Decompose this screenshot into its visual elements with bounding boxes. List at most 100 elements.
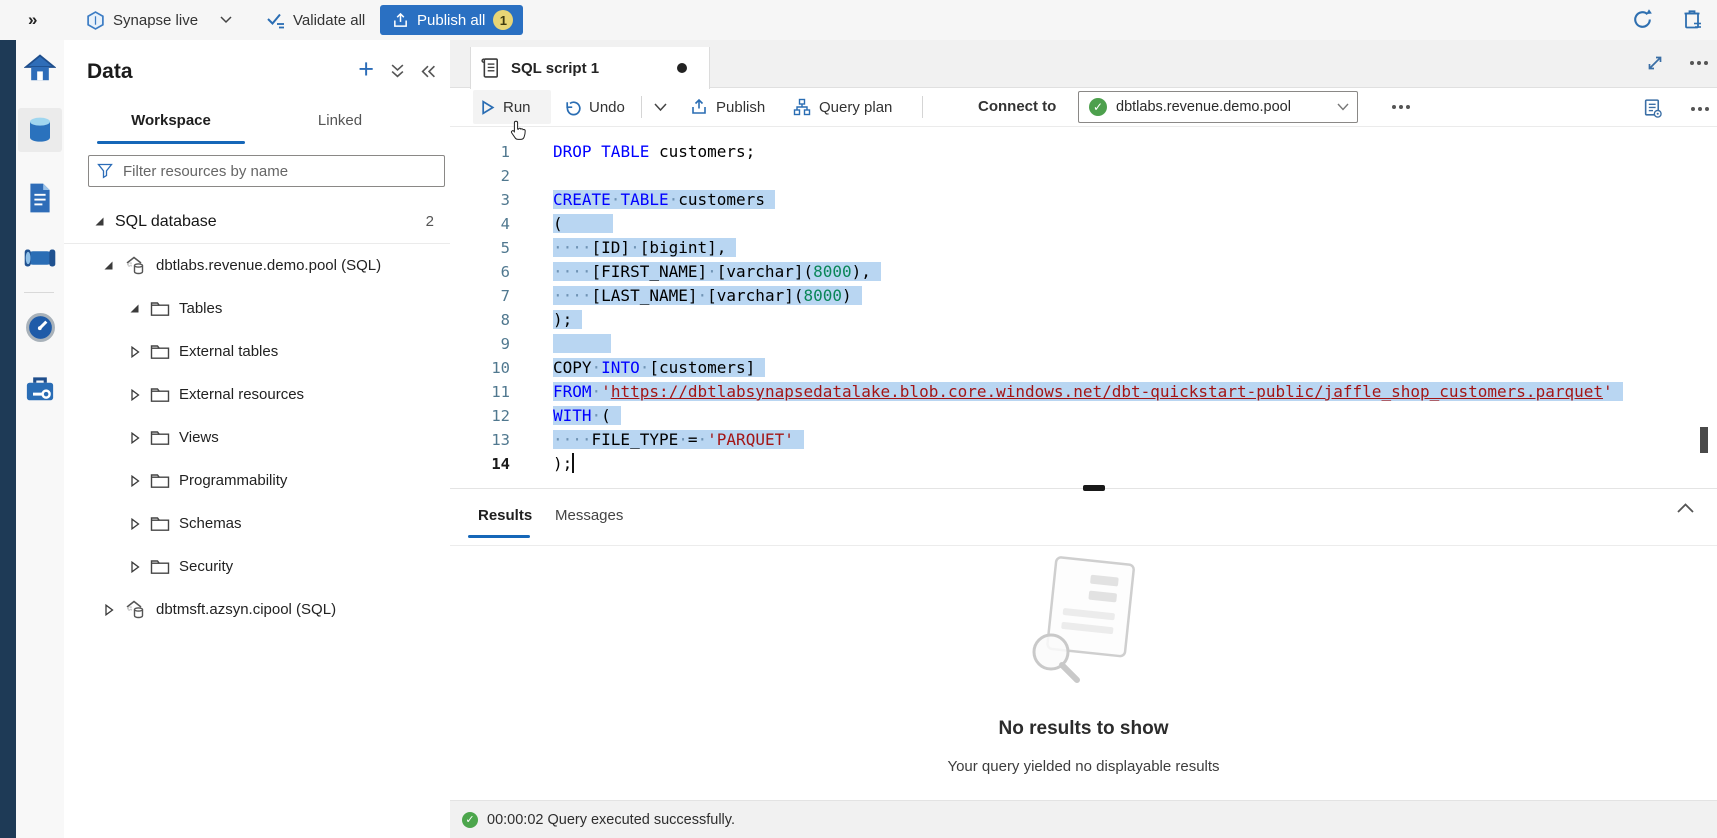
caret-collapsed-icon[interactable] xyxy=(128,475,141,487)
tree-item-external-resources[interactable]: External resources xyxy=(64,373,450,416)
pool-selector-dropdown[interactable]: ✓ dbtlabs.revenue.demo.pool xyxy=(1078,91,1358,123)
sql-code-editor[interactable]: 1DROP TABLE customers;23CREATE·TABLE·cus… xyxy=(450,127,1717,488)
code-line-12[interactable]: 12WITH·( xyxy=(450,404,1717,428)
mode-selector[interactable]: Synapse live xyxy=(86,0,232,40)
code-line-10[interactable]: 10 COPY·INTO·[customers] xyxy=(450,356,1717,380)
tab-linked[interactable]: Linked xyxy=(285,103,395,137)
success-check-icon: ✓ xyxy=(462,812,478,828)
caret-expanded-icon[interactable] xyxy=(128,303,141,314)
tree-item-programmability[interactable]: Programmability xyxy=(64,459,450,502)
active-tab-underline xyxy=(97,141,245,144)
unsaved-changes-dot xyxy=(677,63,687,73)
code-line-14[interactable]: 14); xyxy=(450,452,1717,476)
collapse-results-icon[interactable] xyxy=(1676,502,1695,514)
editor-scrollbar-thumb[interactable] xyxy=(1700,427,1708,453)
tree-item-dbtlabs-revenue-demo-pool-sql[interactable]: dbtlabs.revenue.demo.pool (SQL) xyxy=(64,244,450,287)
tree-item-schemas[interactable]: Schemas xyxy=(64,502,450,545)
caret-collapsed-icon[interactable] xyxy=(102,604,115,616)
code-text: COPY·INTO·[customers] xyxy=(553,356,765,380)
code-text: DROP TABLE customers; xyxy=(553,140,755,164)
expand-topnav-icon[interactable]: » xyxy=(28,0,35,40)
publish-label: Publish xyxy=(716,99,765,116)
splitter-drag-handle[interactable] xyxy=(1083,485,1105,491)
tab-more-options-icon[interactable] xyxy=(1690,61,1694,65)
tab-sql-script-1[interactable]: SQL script 1 xyxy=(470,47,710,89)
tab-workspace[interactable]: Workspace xyxy=(97,103,245,137)
line-number: 14 xyxy=(450,452,510,476)
editor-more-icon[interactable] xyxy=(1691,107,1695,111)
code-line-9[interactable]: 9 xyxy=(450,332,1717,356)
refresh-icon[interactable] xyxy=(1630,7,1655,32)
folder-icon xyxy=(150,515,170,532)
run-options-dropdown[interactable] xyxy=(646,90,675,124)
tab-results[interactable]: Results xyxy=(468,498,542,532)
tree-item-views[interactable]: Views xyxy=(64,416,450,459)
tree-item-security[interactable]: Security xyxy=(64,545,450,588)
sql-pool-icon xyxy=(124,254,147,277)
line-number: 12 xyxy=(450,404,510,428)
tree-item-external-tables[interactable]: External tables xyxy=(64,330,450,373)
no-results-illustration xyxy=(1003,552,1163,707)
caret-collapsed-icon[interactable] xyxy=(128,432,141,444)
caret-collapsed-icon[interactable] xyxy=(128,389,141,401)
validate-icon xyxy=(266,11,285,29)
code-lines: 1DROP TABLE customers;23CREATE·TABLE·cus… xyxy=(450,127,1717,476)
code-text: ····[FIRST_NAME]·[varchar](8000), xyxy=(553,260,881,284)
code-line-7[interactable]: 7····[LAST_NAME]·[varchar](8000) xyxy=(450,284,1717,308)
code-text: ····FILE_TYPE·=·'PARQUET' xyxy=(553,428,804,452)
nav-develop-icon[interactable] xyxy=(18,176,62,220)
nav-integrate-icon[interactable] xyxy=(18,236,62,280)
toolbar-more-icon[interactable] xyxy=(1392,105,1396,109)
code-line-6[interactable]: 6····[FIRST_NAME]·[varchar](8000), xyxy=(450,260,1717,284)
code-line-3[interactable]: 3CREATE·TABLE·customers xyxy=(450,188,1717,212)
publish-all-icon xyxy=(392,12,409,29)
code-text: FROM·'https://dbtlabsynapsedatalake.blob… xyxy=(553,380,1623,404)
properties-icon[interactable] xyxy=(1643,98,1663,119)
run-button[interactable]: Run xyxy=(473,90,551,124)
caret-collapsed-icon[interactable] xyxy=(128,346,141,358)
synapse-live-icon xyxy=(86,11,105,30)
code-line-2[interactable]: 2 xyxy=(450,164,1717,188)
query-plan-button[interactable]: Query plan xyxy=(785,90,900,124)
collapse-panel-icon[interactable] xyxy=(421,65,436,78)
caret-collapsed-icon[interactable] xyxy=(128,518,141,530)
connect-to-label: Connect to xyxy=(978,98,1056,115)
publish-count-badge: 1 xyxy=(493,10,513,30)
nav-manage-icon[interactable] xyxy=(18,366,62,410)
expand-editor-icon[interactable] xyxy=(1646,54,1664,72)
caret-expanded-icon[interactable] xyxy=(93,216,106,227)
folder-icon xyxy=(150,429,170,446)
code-line-13[interactable]: 13 ····FILE_TYPE·=·'PARQUET' xyxy=(450,428,1717,452)
nav-home-icon[interactable] xyxy=(18,45,62,89)
code-line-1[interactable]: 1DROP TABLE customers; xyxy=(450,140,1717,164)
validate-all-button[interactable]: Validate all xyxy=(266,0,365,40)
nav-monitor-icon[interactable] xyxy=(18,305,62,349)
tab-messages[interactable]: Messages xyxy=(545,498,633,532)
undo-button[interactable]: Undo xyxy=(556,90,633,124)
folder-icon xyxy=(150,343,170,360)
caret-expanded-icon[interactable] xyxy=(102,260,115,271)
code-text: ); xyxy=(553,308,582,332)
line-number: 10 xyxy=(450,356,510,380)
caret-collapsed-icon[interactable] xyxy=(128,561,141,573)
tree-item-dbtmsft-azsyn-cipool-sql[interactable]: dbtmsft.azsyn.cipool (SQL) xyxy=(64,588,450,631)
add-resource-icon[interactable]: + xyxy=(358,60,374,78)
query-status-bar: ✓ 00:00:02 Query executed successfully. xyxy=(450,800,1717,838)
status-message: 00:00:02 Query executed successfully. xyxy=(487,812,735,828)
tree-item-tables[interactable]: Tables xyxy=(64,287,450,330)
collapse-all-icon[interactable] xyxy=(391,64,404,78)
nav-data-icon[interactable] xyxy=(18,108,62,152)
code-text xyxy=(553,332,611,356)
code-line-8[interactable]: 8); xyxy=(450,308,1717,332)
run-play-icon xyxy=(481,100,495,115)
code-line-4[interactable]: 4( xyxy=(450,212,1717,236)
code-line-5[interactable]: 5····[ID]·[bigint], xyxy=(450,236,1717,260)
data-explorer-panel: Data + Workspace Linked SQL database2dbt… xyxy=(64,40,451,838)
tree-item-sql-database[interactable]: SQL database2 xyxy=(64,200,450,244)
publish-all-button[interactable]: Publish all 1 xyxy=(380,5,523,35)
discard-trash-icon[interactable] xyxy=(1681,7,1705,32)
line-number: 13 xyxy=(450,428,510,452)
code-line-11[interactable]: 11FROM·'https://dbtlabsynapsedatalake.bl… xyxy=(450,380,1717,404)
publish-button[interactable]: Publish xyxy=(682,90,773,124)
filter-input[interactable] xyxy=(121,162,436,181)
